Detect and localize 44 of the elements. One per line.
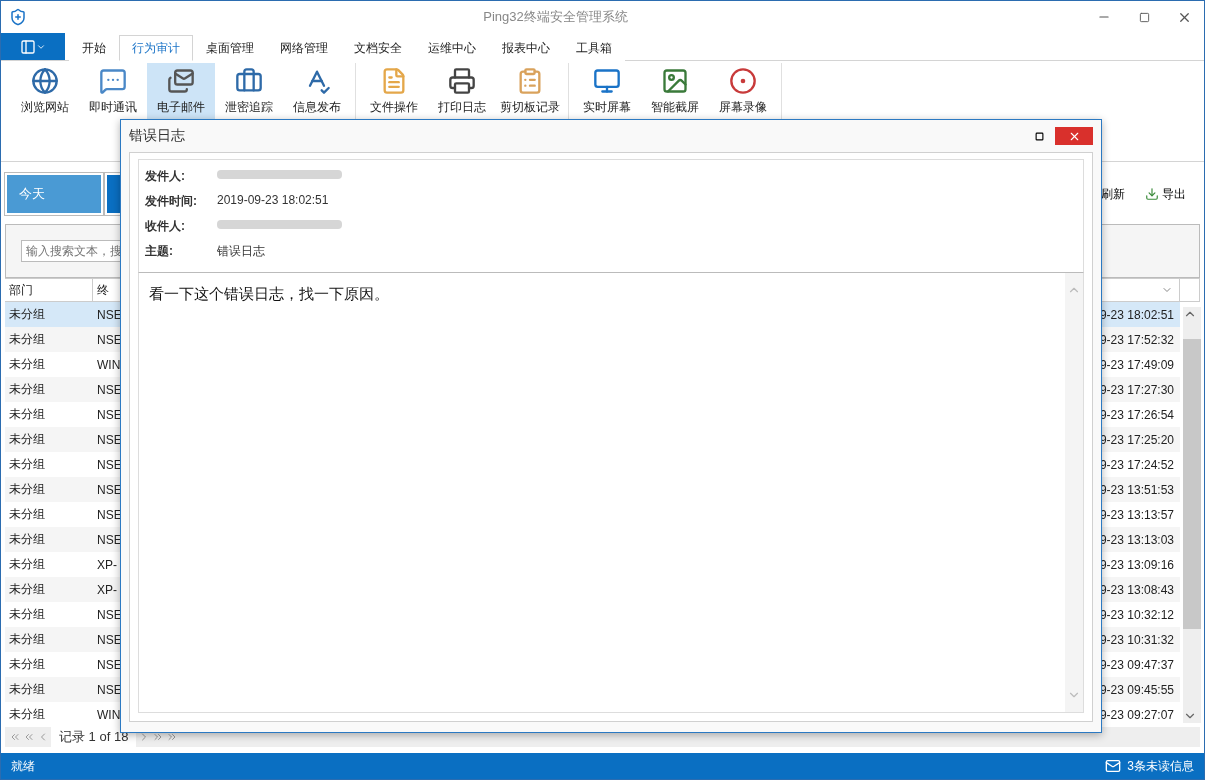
field-label: 收件人: [145, 218, 186, 235]
table-cell-text: NSE [96, 531, 123, 549]
table-cell-text: 未分组 [8, 581, 46, 598]
table-cell-text: NSE [96, 381, 123, 399]
table-cell-text: NSE [96, 506, 123, 524]
table-cell-text: NSE [96, 681, 123, 699]
table-cell-text: 未分组 [8, 506, 46, 523]
dialog-title: 错误日志 [129, 127, 186, 145]
table-cell-text: 未分组 [8, 381, 46, 398]
email-body: 看一下这个错误日志，找一下原因。 [148, 284, 390, 304]
table-cell-text: 未分组 [8, 481, 46, 498]
table-cell-text: 未分组 [8, 306, 46, 323]
field-label: 发件时间: [145, 193, 198, 210]
table-cell-text: NSE [96, 631, 123, 649]
table-cell-text: NSE [96, 606, 123, 624]
table-cell-text: 未分组 [8, 631, 46, 648]
field-label: 发件人: [145, 168, 186, 185]
field-label: 主题: [145, 243, 174, 260]
window-title: Ping32终端安全管理系统 [482, 8, 629, 26]
table-cell-text: 未分组 [8, 681, 46, 698]
table-cell-text: 未分组 [8, 656, 46, 673]
table-cell-text: NSE [96, 656, 123, 674]
field-value: 2019-09-23 18:02:51 [217, 193, 330, 209]
table-cell-text: NSE [96, 431, 123, 449]
field-value: 错误日志 [217, 243, 266, 260]
status-text: 就绪 [11, 757, 36, 775]
table-cell-text: XP- [96, 556, 118, 574]
table-cell-text: 未分组 [8, 406, 46, 423]
table-cell-text: 未分组 [8, 331, 46, 348]
table-cell-text: 未分组 [8, 356, 46, 373]
table-cell-text: NSE [96, 331, 123, 349]
table-cell-text: NSE [96, 406, 123, 424]
table-cell-text: 未分组 [8, 431, 46, 448]
table-cell-text: 未分组 [8, 606, 46, 623]
table-cell-text: 未分组 [8, 706, 46, 723]
table-cell-text: 未分组 [8, 531, 46, 548]
table-cell-text: 未分组 [8, 556, 46, 573]
table-cell-text: 未分组 [8, 456, 46, 473]
table-cell-text: WIN [96, 356, 122, 374]
table-cell-text: NSE [96, 456, 123, 474]
table-cell-text: NSE [96, 481, 123, 499]
table-cell-text: WIN [96, 706, 122, 724]
table-cell-text: NSE [96, 306, 123, 324]
table-cell-text: XP- [96, 581, 118, 599]
